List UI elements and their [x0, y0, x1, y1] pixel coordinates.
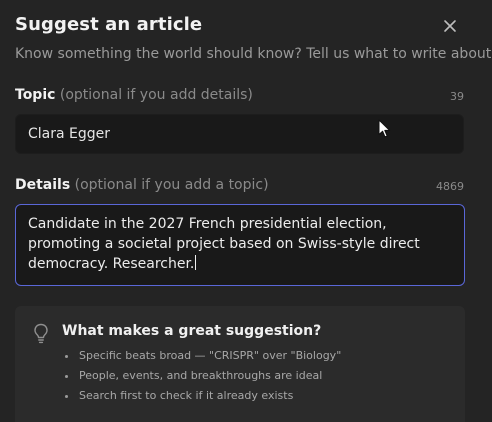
topic-input[interactable]: Clara Egger [15, 114, 464, 154]
details-label: Details (optional if you add a topic) [15, 177, 269, 193]
details-char-counter: 4869 [436, 180, 464, 193]
topic-label-text: Topic [15, 87, 56, 103]
topic-char-counter: 39 [450, 90, 464, 103]
lightbulb-icon [34, 323, 48, 344]
mouse-pointer-icon [378, 119, 391, 138]
close-button[interactable] [440, 16, 460, 36]
dialog-subtitle: Know something the world should know? Te… [15, 46, 492, 62]
tips-title: What makes a great suggestion? [62, 323, 322, 339]
details-label-text: Details [15, 177, 71, 193]
dialog-title: Suggest an article [15, 14, 203, 35]
tip-item: Specific beats broad — "CRISPR" over "Bi… [62, 346, 341, 366]
details-textarea[interactable]: Candidate in the 2027 French presidentia… [15, 204, 465, 286]
details-text: Candidate in the 2027 French presidentia… [28, 216, 420, 272]
tip-item: People, events, and breakthroughs are id… [62, 366, 341, 386]
tip-item: Search first to check if it already exis… [62, 386, 341, 406]
tips-list: Specific beats broad — "CRISPR" over "Bi… [62, 346, 341, 406]
text-caret [195, 255, 197, 270]
suggest-article-dialog: Suggest an article Know something the wo… [0, 0, 492, 422]
topic-label-hint: (optional if you add details) [59, 87, 253, 103]
details-label-hint: (optional if you add a topic) [74, 177, 269, 193]
topic-label: Topic (optional if you add details) [15, 87, 253, 103]
close-icon [444, 20, 456, 32]
suggestion-tips-panel: What makes a great suggestion? Specific … [15, 306, 465, 422]
